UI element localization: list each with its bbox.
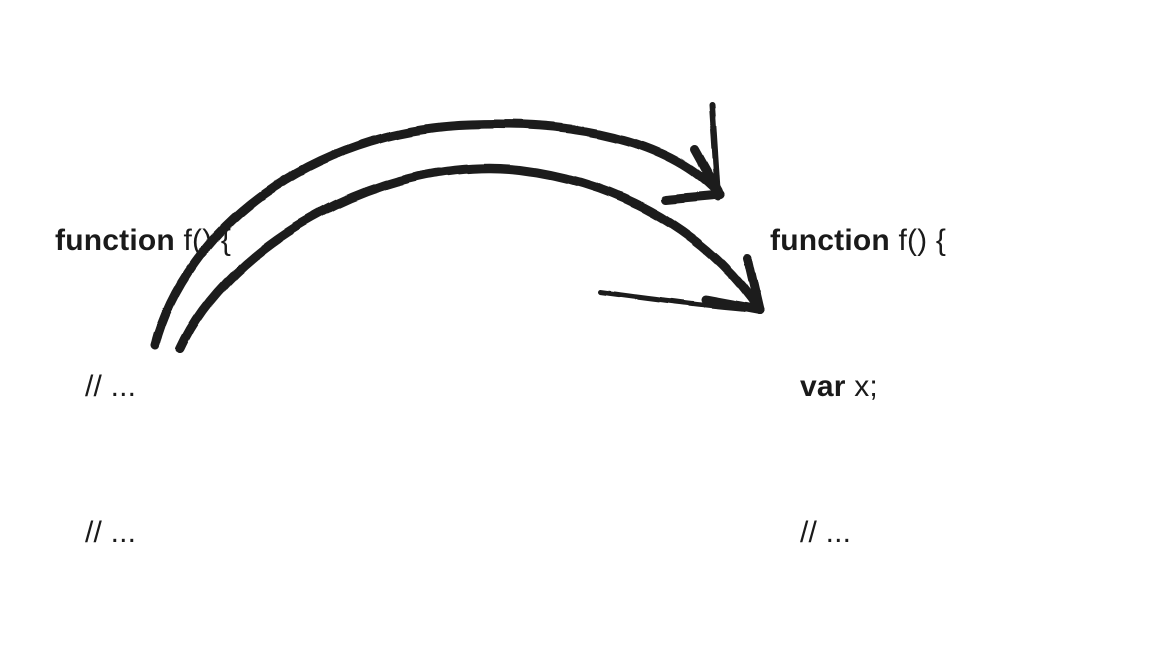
code-text: // ... xyxy=(800,516,851,549)
code-line: // ... xyxy=(55,363,299,412)
code-block-before: function f() { // ... // ... { var x = /… xyxy=(55,120,299,655)
code-line: function f() { xyxy=(770,217,960,266)
code-line: // ... xyxy=(770,509,960,558)
code-line: var x; xyxy=(770,363,960,412)
code-text: // ... xyxy=(85,370,136,403)
keyword-function: function xyxy=(55,224,175,257)
code-text: f() { xyxy=(890,224,946,257)
diagram-stage: function f() { // ... // ... { var x = /… xyxy=(0,0,1166,655)
code-text: // ... xyxy=(85,516,136,549)
keyword-function: function xyxy=(770,224,890,257)
keyword-var: var xyxy=(800,370,846,403)
code-text: x; xyxy=(846,370,878,403)
code-line: function f() { xyxy=(55,217,299,266)
code-text: f() { xyxy=(175,224,231,257)
code-block-after: function f() { var x; // ... { x = /* ..… xyxy=(770,120,960,655)
code-line: // ... xyxy=(55,509,299,558)
